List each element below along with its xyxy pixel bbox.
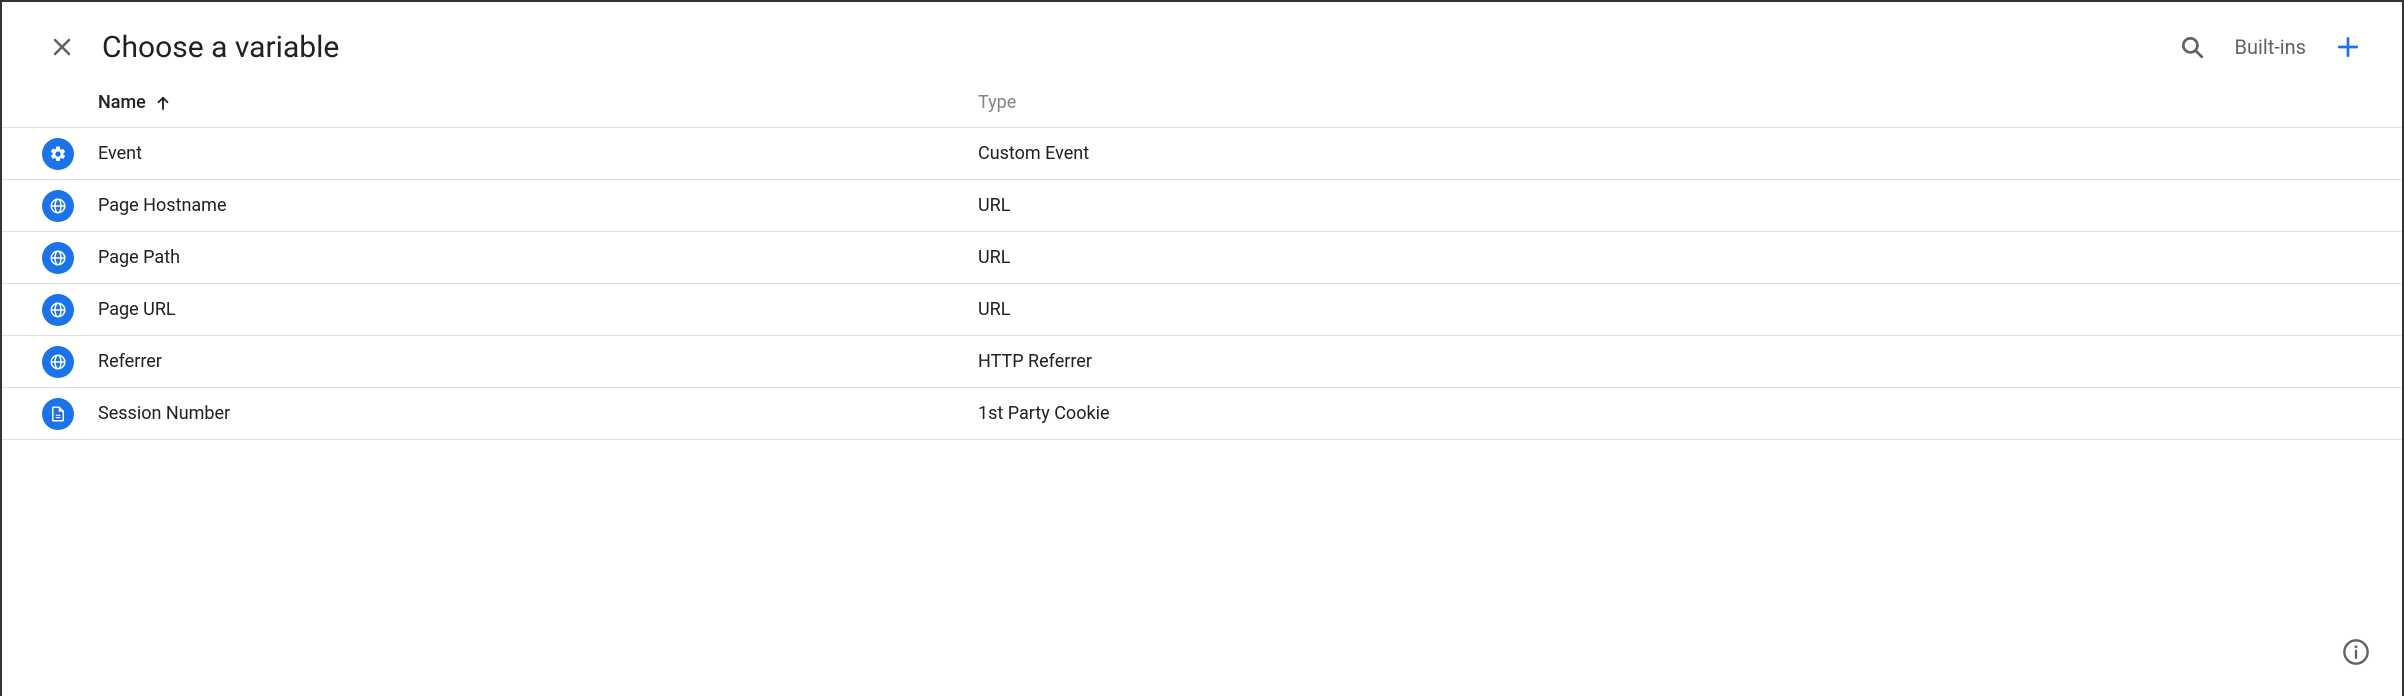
table-header: Name Type [2, 92, 2402, 128]
sort-arrow-up-icon [154, 94, 172, 112]
document-icon [42, 398, 74, 430]
row-icon-wrap [42, 190, 98, 222]
search-icon [2179, 34, 2205, 60]
variable-type: URL [978, 247, 2362, 268]
info-button[interactable] [2340, 636, 2372, 668]
globe-icon [42, 346, 74, 378]
close-button[interactable] [42, 27, 82, 67]
variable-name: Session Number [98, 403, 978, 424]
plus-icon [2335, 34, 2361, 60]
variable-type: URL [978, 299, 2362, 320]
variable-name: Page URL [98, 299, 978, 320]
builtins-link[interactable]: Built-ins [2234, 35, 2306, 59]
variable-type: URL [978, 195, 2362, 216]
info-icon [2342, 638, 2370, 666]
dialog-header: Choose a variable Built-ins [2, 2, 2402, 92]
table-body: EventCustom EventPage HostnameURLPage Pa… [2, 128, 2402, 440]
row-icon-wrap [42, 242, 98, 274]
table-row[interactable]: Session Number1st Party Cookie [2, 388, 2402, 440]
variable-type: 1st Party Cookie [978, 403, 2362, 424]
variable-type: HTTP Referrer [978, 351, 2362, 372]
table-row[interactable]: Page URLURL [2, 284, 2402, 336]
add-button[interactable] [2334, 33, 2362, 61]
dialog-title: Choose a variable [102, 30, 2178, 65]
table-row[interactable]: EventCustom Event [2, 128, 2402, 180]
column-header-type[interactable]: Type [978, 92, 2362, 113]
row-icon-wrap [42, 138, 98, 170]
column-type-label: Type [978, 92, 1016, 113]
close-icon [50, 35, 74, 59]
table-row[interactable]: Page PathURL [2, 232, 2402, 284]
column-name-label: Name [98, 92, 146, 113]
variable-name: Referrer [98, 351, 978, 372]
row-icon-wrap [42, 398, 98, 430]
column-header-name[interactable]: Name [98, 92, 978, 113]
variable-type: Custom Event [978, 143, 2362, 164]
globe-icon [42, 294, 74, 326]
search-button[interactable] [2178, 33, 2206, 61]
table-row[interactable]: ReferrerHTTP Referrer [2, 336, 2402, 388]
row-icon-wrap [42, 294, 98, 326]
variable-name: Page Path [98, 247, 978, 268]
variable-name: Event [98, 143, 978, 164]
row-icon-wrap [42, 346, 98, 378]
globe-icon [42, 190, 74, 222]
gear-icon [42, 138, 74, 170]
variable-name: Page Hostname [98, 195, 978, 216]
globe-icon [42, 242, 74, 274]
table-row[interactable]: Page HostnameURL [2, 180, 2402, 232]
header-actions: Built-ins [2178, 33, 2362, 61]
